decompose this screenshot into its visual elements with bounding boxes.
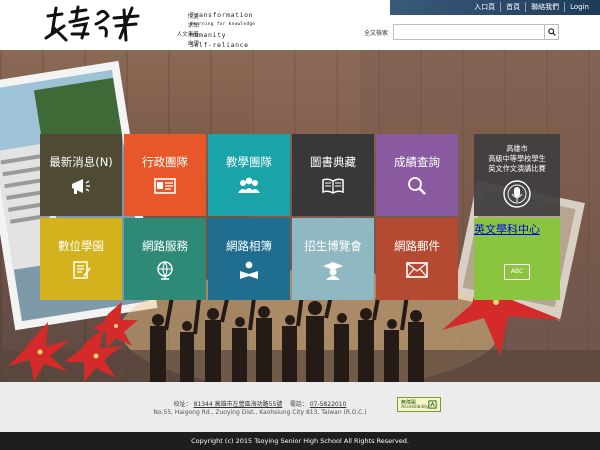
tile-library[interactable]: 圖書典藏 (292, 134, 374, 216)
abc-keyboard-icon: ABC (504, 264, 530, 280)
phone-label: 電話： (289, 401, 308, 408)
tile-english-center[interactable]: 英文學科中心 ABC (474, 218, 560, 300)
tile-label: 最新消息(N) (49, 155, 113, 169)
accessibility-badge[interactable]: 無障礙 Accessibility (397, 397, 441, 412)
site-footer: 校址： 81344 高雄市左營區海功路55號 電話： 07-5822010 No… (0, 382, 600, 432)
nav-entry-link[interactable]: 入口頁 (469, 2, 500, 12)
nav-home-link[interactable]: 首頁 (500, 2, 525, 12)
tile-label: 英文學科中心 (474, 223, 540, 236)
id-card-icon (154, 178, 176, 194)
copyright-bar: Copyright (c) 2015 Tsoying Senior High S… (0, 432, 600, 450)
nav-contact-link[interactable]: 聯絡我們 (525, 2, 564, 12)
motto-en-1: Transformation (190, 11, 254, 19)
tile-photo-album[interactable]: 網路相簿 (208, 218, 290, 300)
copyright-text: Copyright (c) 2015 Tsoying Senior High S… (191, 437, 409, 445)
tile-teaching-team[interactable]: 教學團隊 (208, 134, 290, 216)
magnifier-icon (408, 177, 426, 195)
address-label: 校址： (173, 401, 192, 408)
badge-line-2: Accessibility (401, 405, 429, 410)
tile-label: 網路相簿 (226, 239, 272, 253)
side-banner-line-3: 英文作文演講比賽 (488, 164, 546, 173)
top-nav: 入口頁 首頁 聯絡我們 Login (469, 2, 594, 12)
nav-login-link[interactable]: Login (564, 2, 594, 12)
motto-en-4: Self-reliance (190, 41, 249, 49)
hero-background-image (0, 50, 600, 382)
tile-label: 網路服務 (142, 239, 188, 253)
address-line-en: No.55, Haigong Rd., Zuoying Dist., Kaohs… (153, 409, 367, 416)
notepad-icon (73, 261, 91, 279)
side-banner-line-2: 高級中等學校學生 (488, 154, 546, 163)
hero-banner: 最新消息(N) 行政團隊 教學團隊 圖書典藏 成績查詢 數位學園 網路服務 網路… (0, 50, 600, 382)
search-label: 全文檢索 (364, 30, 389, 37)
site-header: 入口頁 首頁 聯絡我們 Login 悅變 求知 人文素養 自律 Transfor… (0, 0, 600, 50)
tile-label: 行政團隊 (142, 155, 188, 169)
tile-label: 數位學園 (58, 239, 104, 253)
globe-icon (157, 261, 173, 280)
group-icon (238, 177, 260, 193)
address-map-link[interactable]: 81344 高雄市左營區海功路55號 (194, 401, 283, 408)
tile-label: 成績查詢 (394, 155, 440, 169)
motto-english: Transformation Yearning for knowledge Hu… (190, 10, 255, 50)
megaphone-icon (72, 179, 90, 194)
search-button[interactable] (545, 24, 559, 40)
graduate-icon (323, 262, 343, 280)
side-banner-text: 高雄市 高級中等學校學生 英文作文演講比賽 (474, 144, 560, 174)
tile-label: 招生博覽會 (304, 239, 362, 253)
school-logo[interactable] (42, 4, 162, 46)
tile-label: 網路郵件 (394, 239, 440, 253)
phone-link[interactable]: 07-5822010 (310, 401, 347, 408)
side-banner-line-1: 高雄市 (506, 144, 528, 153)
speech-contest-emblem-icon (503, 180, 531, 208)
tile-latest-news[interactable]: 最新消息(N) (40, 134, 122, 216)
accessibility-icon (428, 400, 437, 409)
tile-grade-query[interactable]: 成績查詢 (376, 134, 458, 216)
open-book-icon (322, 178, 344, 194)
tile-digital-campus[interactable]: 數位學園 (40, 218, 122, 300)
reader-icon (240, 261, 258, 279)
tile-label: 教學團隊 (226, 155, 272, 169)
search-input[interactable] (393, 24, 545, 40)
tile-network-service[interactable]: 網路服務 (124, 218, 206, 300)
tile-admission-expo[interactable]: 招生博覽會 (292, 218, 374, 300)
motto-en-3: Humanity (190, 31, 227, 39)
tile-label: 圖書典藏 (310, 155, 356, 169)
address-line-zh: 校址： 81344 高雄市左營區海功路55號 電話： 07-5822010 (0, 399, 520, 408)
envelope-icon (406, 262, 428, 278)
side-banner-english-contest[interactable]: 高雄市 高級中等學校學生 英文作文演講比賽 (474, 134, 560, 216)
tile-web-mail[interactable]: 網路郵件 (376, 218, 458, 300)
tile-administration[interactable]: 行政團隊 (124, 134, 206, 216)
motto-en-2: Yearning for knowledge (190, 22, 256, 27)
search-icon (547, 28, 556, 36)
